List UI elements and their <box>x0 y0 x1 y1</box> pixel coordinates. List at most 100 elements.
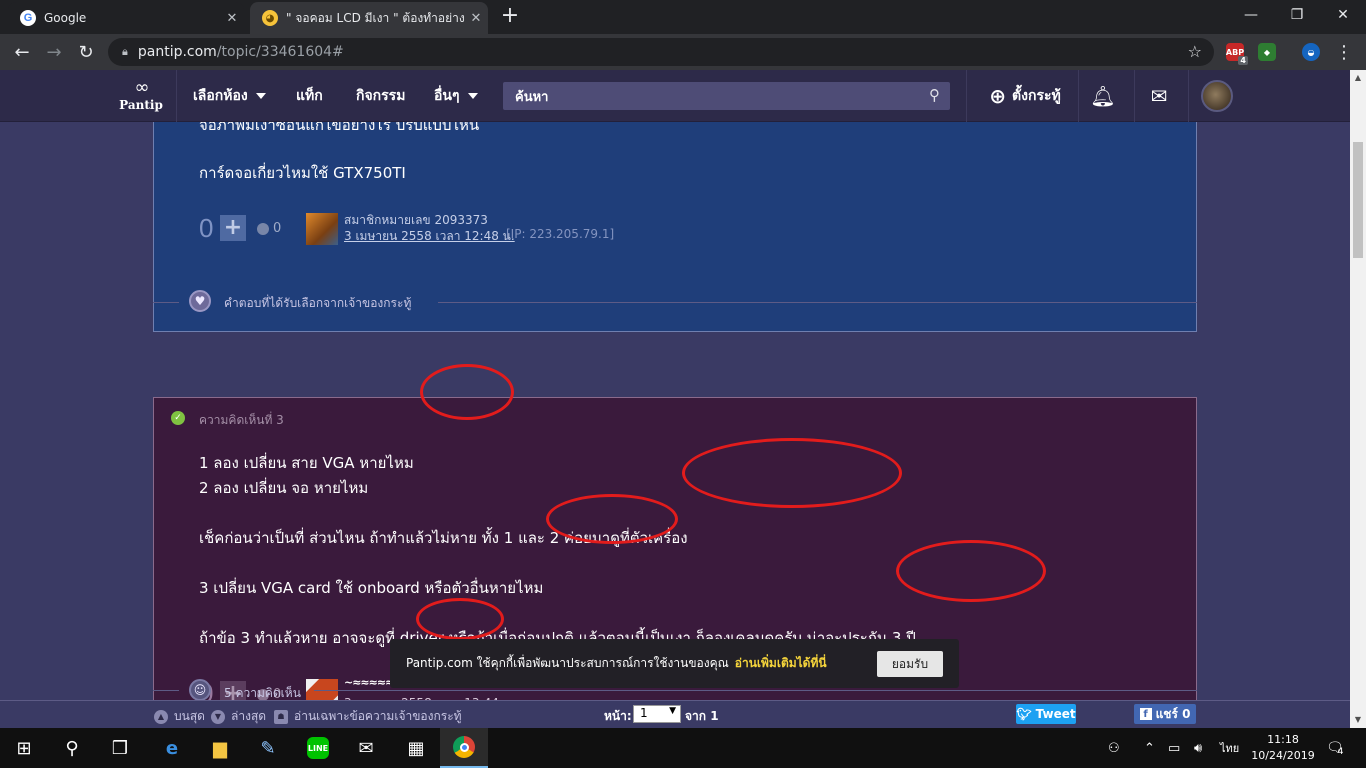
menu-activities[interactable]: กิจกรรม <box>356 70 405 122</box>
task-view-icon[interactable]: ❒ <box>96 728 144 768</box>
user-avatar[interactable] <box>306 213 338 245</box>
comment-timestamp[interactable]: 3 เมษายน 2558 เวลา 12:48 น. <box>344 227 515 246</box>
divider <box>153 690 179 691</box>
facebook-share-button[interactable]: f แชร์ 0 <box>1134 704 1196 724</box>
tab-title: Google <box>44 11 87 25</box>
bookmark-star-icon[interactable]: ☆ <box>1188 42 1202 61</box>
annotation-ellipse <box>546 494 678 544</box>
menu-tags[interactable]: แท็ก <box>296 70 323 122</box>
profile-icon[interactable]: ◒ <box>1302 43 1320 61</box>
tweet-label: Tweet <box>1035 707 1076 721</box>
go-bottom-button[interactable]: ▼ ล่างสุด <box>211 707 266 726</box>
site-search-input[interactable]: ค้นหา ⚲ <box>503 82 950 110</box>
chevron-down-icon: ▼ <box>669 706 676 716</box>
page-select[interactable]: 1 ▼ <box>633 705 681 723</box>
new-topic-label: ตั้งกระทู้ <box>1012 88 1061 104</box>
emotion-button[interactable]: 0 <box>257 221 281 236</box>
menu-more[interactable]: อื่นๆ <box>434 70 478 122</box>
comment-text-line: การ์ดจอเกี่ยวไหมใช้ GTX750TI <box>199 164 406 182</box>
notifications-icon[interactable]: 🗨︎ 4 <box>1326 728 1344 768</box>
close-window-button[interactable]: ✕ <box>1320 0 1366 30</box>
cookie-text: Pantip.com ใช้คุกกี้เพื่อพัฒนาประสบการณ์… <box>406 656 729 670</box>
new-tab-button[interactable]: + <box>498 5 522 29</box>
restore-button[interactable]: ❐ <box>1274 0 1320 30</box>
pantip-logo[interactable]: ∞ Pantip <box>106 70 176 122</box>
close-icon[interactable]: ✕ <box>220 11 244 26</box>
tab-pantip[interactable]: ◕ " จอคอม LCD มีเงา " ต้องทำอย่างไรคะ ✕ <box>250 2 488 34</box>
volume-icon[interactable]: 🔊︎ <box>1194 728 1202 768</box>
chevron-up-icon[interactable]: ⌃ <box>1144 728 1155 768</box>
divider <box>438 302 1197 303</box>
menu-rooms[interactable]: เลือกห้อง <box>193 70 266 122</box>
chrome-icon[interactable] <box>440 728 488 768</box>
mail-icon[interactable]: ✉ <box>1136 70 1182 122</box>
clock[interactable]: 11:18 10/24/2019 <box>1248 732 1318 764</box>
windows-start-icon[interactable]: ⊞ <box>0 728 48 768</box>
tab-title: " จอคอม LCD มีเงา " ต้องทำอย่างไรคะ <box>286 10 464 25</box>
line-app-icon[interactable]: LINE <box>294 728 342 768</box>
adblock-extension-icon[interactable]: ABP 4 <box>1226 43 1248 65</box>
calculator-icon[interactable]: ▦ <box>392 728 440 768</box>
user-avatar[interactable] <box>1201 80 1233 112</box>
chrome-menu-icon[interactable]: ⋮ <box>1330 38 1358 66</box>
clock-date: 10/24/2019 <box>1251 749 1315 762</box>
page-value: 1 <box>640 706 648 720</box>
google-icon: G <box>20 10 36 26</box>
paint-icon[interactable]: ✎ <box>244 728 292 768</box>
scroll-up-icon[interactable]: ▲ <box>1350 70 1366 86</box>
tweet-button[interactable]: 🐦︎ Tweet <box>1016 704 1076 724</box>
menu-label: เลือกห้อง <box>193 88 248 104</box>
divider <box>314 690 1197 691</box>
bell-icon[interactable]: 🔔︎ <box>1080 70 1126 122</box>
file-explorer-icon[interactable]: ▆ <box>196 728 244 768</box>
cookie-more-link[interactable]: อ่านเพิ่มเติมได้ที่นี่ <box>735 654 827 673</box>
search-placeholder: ค้นหา <box>515 89 549 105</box>
nav-divider <box>1134 70 1135 122</box>
minimize-button[interactable]: — <box>1228 0 1274 30</box>
network-icon[interactable]: ▭ <box>1168 728 1180 768</box>
heart-badge-icon: ♥ <box>189 290 211 312</box>
ip-address: [IP: 223.205.79.1] <box>506 227 615 241</box>
page-scrollbar[interactable]: ▲ ▼ <box>1350 70 1366 728</box>
person-icon: ☗ <box>274 709 288 724</box>
reload-icon[interactable]: ↻ <box>72 38 100 66</box>
twitter-icon: 🐦︎ <box>1016 707 1032 721</box>
address-bar[interactable]: 🔒︎ pantip.com/topic/33461604# ☆ <box>108 38 1214 66</box>
people-icon[interactable]: ⚇ <box>1108 728 1120 768</box>
owner-only-button[interactable]: ☗ อ่านเฉพาะข้อความเจ้าของกระทู้ <box>274 707 462 726</box>
scroll-down-icon[interactable]: ▼ <box>1350 712 1366 728</box>
edge-icon[interactable]: e <box>148 728 196 768</box>
nav-divider <box>1078 70 1079 122</box>
emotion-count: 0 <box>273 221 282 236</box>
nav-divider <box>176 70 177 122</box>
tab-google[interactable]: G Google ✕ <box>8 2 244 34</box>
browser-toolbar: ← → ↻ 🔒︎ pantip.com/topic/33461604# ☆ AB… <box>0 34 1366 70</box>
annotation-ellipse <box>682 438 902 508</box>
vote-plus-button[interactable]: + <box>220 215 246 241</box>
mail-icon[interactable]: ✉ <box>342 728 390 768</box>
cookie-accept-button[interactable]: ยอมรับ <box>877 651 943 677</box>
logo-swirl-icon: ∞ <box>134 77 150 98</box>
search-icon[interactable]: ⚲ <box>929 86 940 104</box>
forward-arrow-icon[interactable]: → <box>40 38 68 66</box>
scroll-thumb[interactable] <box>1353 142 1363 258</box>
search-icon[interactable]: ⚲ <box>48 728 96 768</box>
annotation-ellipse <box>420 364 514 420</box>
new-topic-button[interactable]: ⊕ ตั้งกระทู้ <box>978 70 1072 122</box>
annotation-ellipse <box>896 540 1046 602</box>
extension-icon[interactable]: ◆ <box>1258 43 1276 61</box>
section-title: คำตอบที่ได้รับเลือกจากเจ้าของกระทู้ <box>224 296 412 310</box>
comment-text-line: 1 ลอง เปลี่ยน สาย VGA หายไหม <box>199 454 414 472</box>
comment-text-line: 3 เปลี่ยน VGA card ใช้ onboard หรือตัวอื… <box>199 579 544 597</box>
go-top-button[interactable]: ▲ บนสุด <box>154 707 205 726</box>
vote-count: 0 <box>199 213 214 243</box>
emotion-face-icon <box>257 222 269 235</box>
close-icon[interactable]: ✕ <box>464 11 488 26</box>
divider <box>153 302 179 303</box>
back-arrow-icon[interactable]: ← <box>8 38 36 66</box>
language-indicator[interactable]: ไทย <box>1220 728 1239 768</box>
emoji-icon: ◕ <box>262 10 278 26</box>
notification-count: 4 <box>1337 747 1344 757</box>
lock-icon: 🔒︎ <box>122 45 128 58</box>
caret-down-icon <box>255 93 266 99</box>
